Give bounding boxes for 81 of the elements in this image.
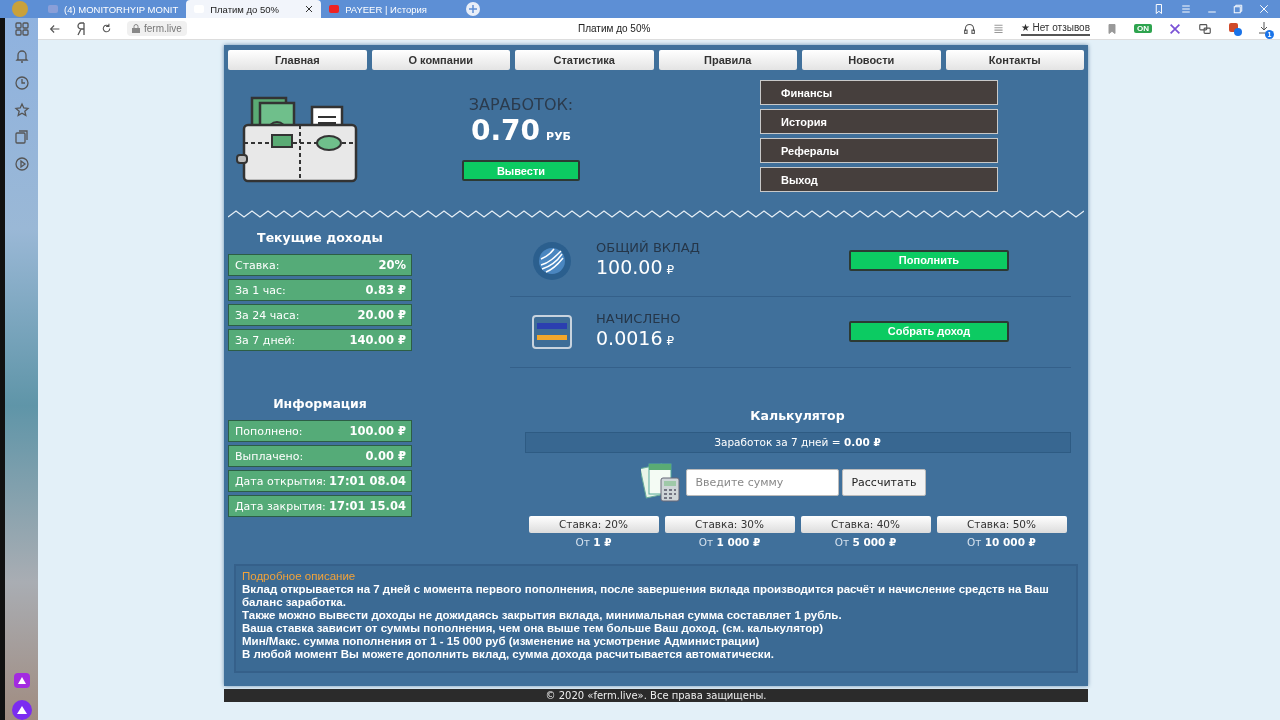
globe-icon — [532, 241, 572, 281]
description-text: Также можно вывести доходы не дожидаясь закрытия вклада, минимальная сумма составляет 1 рубль. — [242, 608, 843, 622]
voice-assistant-icon[interactable] — [11, 700, 32, 720]
nav-link[interactable]: Главная — [228, 50, 367, 70]
stat-label: За 1 час: — [235, 283, 286, 297]
section-title: Информация — [272, 396, 368, 411]
extension-icon[interactable] — [1228, 21, 1242, 36]
bookmark-icon[interactable] — [1106, 22, 1118, 35]
description-title: Подробное описание — [242, 569, 357, 583]
headphones-icon[interactable] — [962, 22, 976, 35]
yandex-logo-icon[interactable] — [76, 21, 86, 36]
description-text: Ваша ставка зависит от суммы пополнения, чем она выше тем больше Ваш доход. (см. калькулятор) — [242, 621, 825, 635]
description-text: Мин/Макс. сумма пополнения от 1 - 15 000 руб (изменение на усмотрение Администрации) — [242, 634, 761, 648]
stat-label: Пополнено: — [235, 424, 303, 438]
footer-copyright: © 2020 «ferm.live». Все права защищены. — [224, 689, 1088, 702]
stat-value: 100.00 ₽ — [349, 424, 406, 438]
card-icon — [532, 315, 572, 349]
section-title: Текущие доходы — [256, 230, 384, 245]
amount-input[interactable]: Введите сумму — [686, 468, 840, 496]
stat-value: 20.00 ₽ — [357, 308, 406, 322]
lock-icon — [132, 24, 140, 33]
balance-amount: 0.0016 ₽ — [596, 326, 676, 351]
cross-extension-icon[interactable] — [1168, 21, 1182, 36]
account-menu-item[interactable]: Рефералы — [760, 138, 998, 163]
restore-icon[interactable] — [1232, 3, 1244, 15]
star-icon[interactable] — [13, 102, 30, 118]
rate-tier-button[interactable]: Ставка: 40% — [800, 515, 931, 533]
tier-minimum: От 10 000 ₽ — [966, 535, 1037, 548]
apps-grid-icon[interactable] — [13, 21, 30, 37]
tier-minimum: От 1 ₽ — [574, 535, 613, 548]
reload-icon[interactable] — [100, 22, 113, 35]
rate-tier-button[interactable]: Ставка: 30% — [664, 515, 795, 533]
account-menu-item[interactable]: История — [760, 109, 998, 134]
close-tab-icon[interactable] — [305, 5, 314, 13]
earnings-amount: 0.70 РУБ — [471, 116, 571, 149]
balance-amount: 100.00 ₽ — [596, 255, 676, 280]
reader-icon[interactable] — [991, 22, 1005, 35]
rate-tier-button[interactable]: Ставка: 50% — [936, 515, 1067, 533]
rate-tier-button[interactable]: Ставка: 20% — [528, 515, 659, 533]
stat-label: Дата закрытия: — [235, 499, 326, 513]
reviews-link[interactable]: ★ Нет отзывов — [1020, 21, 1090, 36]
address-field[interactable]: ferm.live — [127, 21, 187, 36]
chat-icon[interactable] — [1198, 21, 1212, 36]
stat-value: 17:01 15.04 — [329, 499, 406, 513]
stat-label: За 7 дней: — [235, 333, 296, 347]
stat-value: 0.00 ₽ — [365, 449, 406, 463]
menu-icon[interactable] — [1180, 3, 1192, 15]
stat-value: 0.83 ₽ — [365, 283, 406, 297]
stat-label: Дата открытия: — [235, 474, 327, 488]
close-icon[interactable] — [1258, 3, 1270, 15]
earnings-label: ЗАРАБОТОК: — [468, 95, 574, 114]
account-menu-item[interactable]: Финансы — [760, 80, 998, 105]
account-menu-item[interactable]: Выход — [760, 167, 998, 192]
assistant-icon[interactable] — [12, 671, 31, 689]
balance-label: ОБЩИЙ ВКЛАД — [596, 240, 701, 255]
new-tab-icon[interactable] — [466, 2, 481, 16]
stat-value: 140.00 ₽ — [349, 333, 406, 347]
tier-minimum: От 5 000 ₽ — [833, 535, 898, 548]
play-icon[interactable] — [13, 156, 30, 172]
nav-link[interactable]: Правила — [658, 50, 797, 70]
clock-icon[interactable] — [13, 75, 30, 91]
nav-link[interactable]: Статистика — [515, 50, 654, 70]
stat-label: За 24 часа: — [235, 308, 300, 322]
tier-minimum: От 1 000 ₽ — [697, 535, 762, 548]
balance-label: НАЧИСЛЕНО — [596, 311, 682, 326]
page-title: Платим до 50% — [578, 23, 651, 34]
stat-label: Выплачено: — [235, 449, 304, 463]
bell-icon[interactable] — [13, 48, 30, 64]
stat-label: Ставка: — [235, 258, 280, 272]
section-title: Калькулятор — [750, 408, 845, 423]
collections-icon[interactable] — [13, 129, 30, 145]
stat-value: 17:01 08.04 — [329, 474, 406, 488]
calculator-result: Заработок за 7 дней = 0.00 ₽ — [524, 432, 1071, 453]
description-text: Вклад открывается на 7 дней с момента первого пополнения, после завершения вклада производится расчёт и начисление средств на Ваш баланс заработка. — [242, 582, 1050, 609]
calculate-button[interactable]: Рассчитать — [842, 468, 926, 496]
nav-link[interactable]: Контакты — [945, 50, 1084, 70]
description-text: В любой момент Вы можете дополнить вклад, сумма дохода расчитывается автоматически. — [242, 647, 775, 661]
browser-tab[interactable]: Платим до 50% — [186, 0, 322, 18]
nav-link[interactable]: О компании — [371, 50, 510, 70]
nav-link[interactable]: Новости — [802, 50, 941, 70]
stat-value: 20% — [378, 258, 406, 272]
